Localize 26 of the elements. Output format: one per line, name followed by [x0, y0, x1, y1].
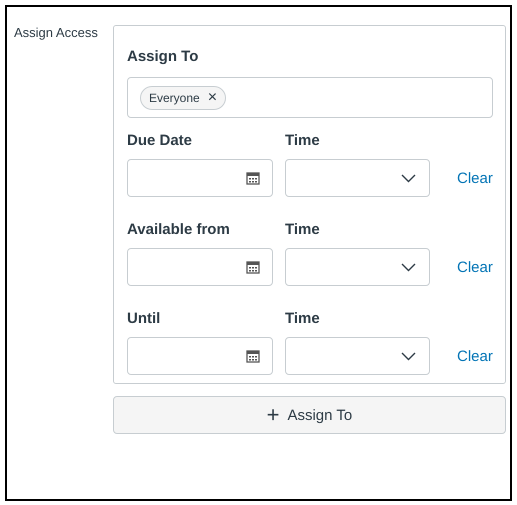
chevron-down-icon	[401, 174, 416, 182]
calendar-icon	[246, 260, 260, 274]
time-select[interactable]	[285, 159, 430, 197]
date-field[interactable]	[127, 337, 273, 375]
field-label: Due Date	[127, 132, 194, 149]
clear-link[interactable]: Clear	[457, 348, 493, 364]
date-field[interactable]	[127, 248, 273, 286]
field-label: Available from	[127, 221, 231, 238]
time-select[interactable]	[285, 337, 430, 375]
time-select[interactable]	[285, 248, 430, 286]
chevron-down-icon	[401, 352, 416, 360]
field-label: Time	[285, 221, 321, 238]
field-label: Assign To	[127, 48, 200, 65]
field-label: Until	[127, 310, 162, 327]
assignee-tag[interactable]: Everyone ×	[140, 86, 226, 110]
calendar-icon	[246, 171, 260, 185]
calendar-icon	[246, 349, 260, 363]
assign-to-button[interactable]: + Assign To	[113, 396, 506, 434]
clear-link[interactable]: Clear	[457, 170, 493, 186]
section-label: Assign Access	[14, 25, 99, 42]
field-label: Time	[285, 310, 321, 327]
clear-link[interactable]: Clear	[457, 258, 493, 276]
chevron-down-icon	[401, 262, 416, 272]
date-field[interactable]	[127, 159, 273, 197]
field-label: Time	[285, 132, 321, 149]
assignee-field[interactable]: Everyone ×	[127, 77, 493, 118]
